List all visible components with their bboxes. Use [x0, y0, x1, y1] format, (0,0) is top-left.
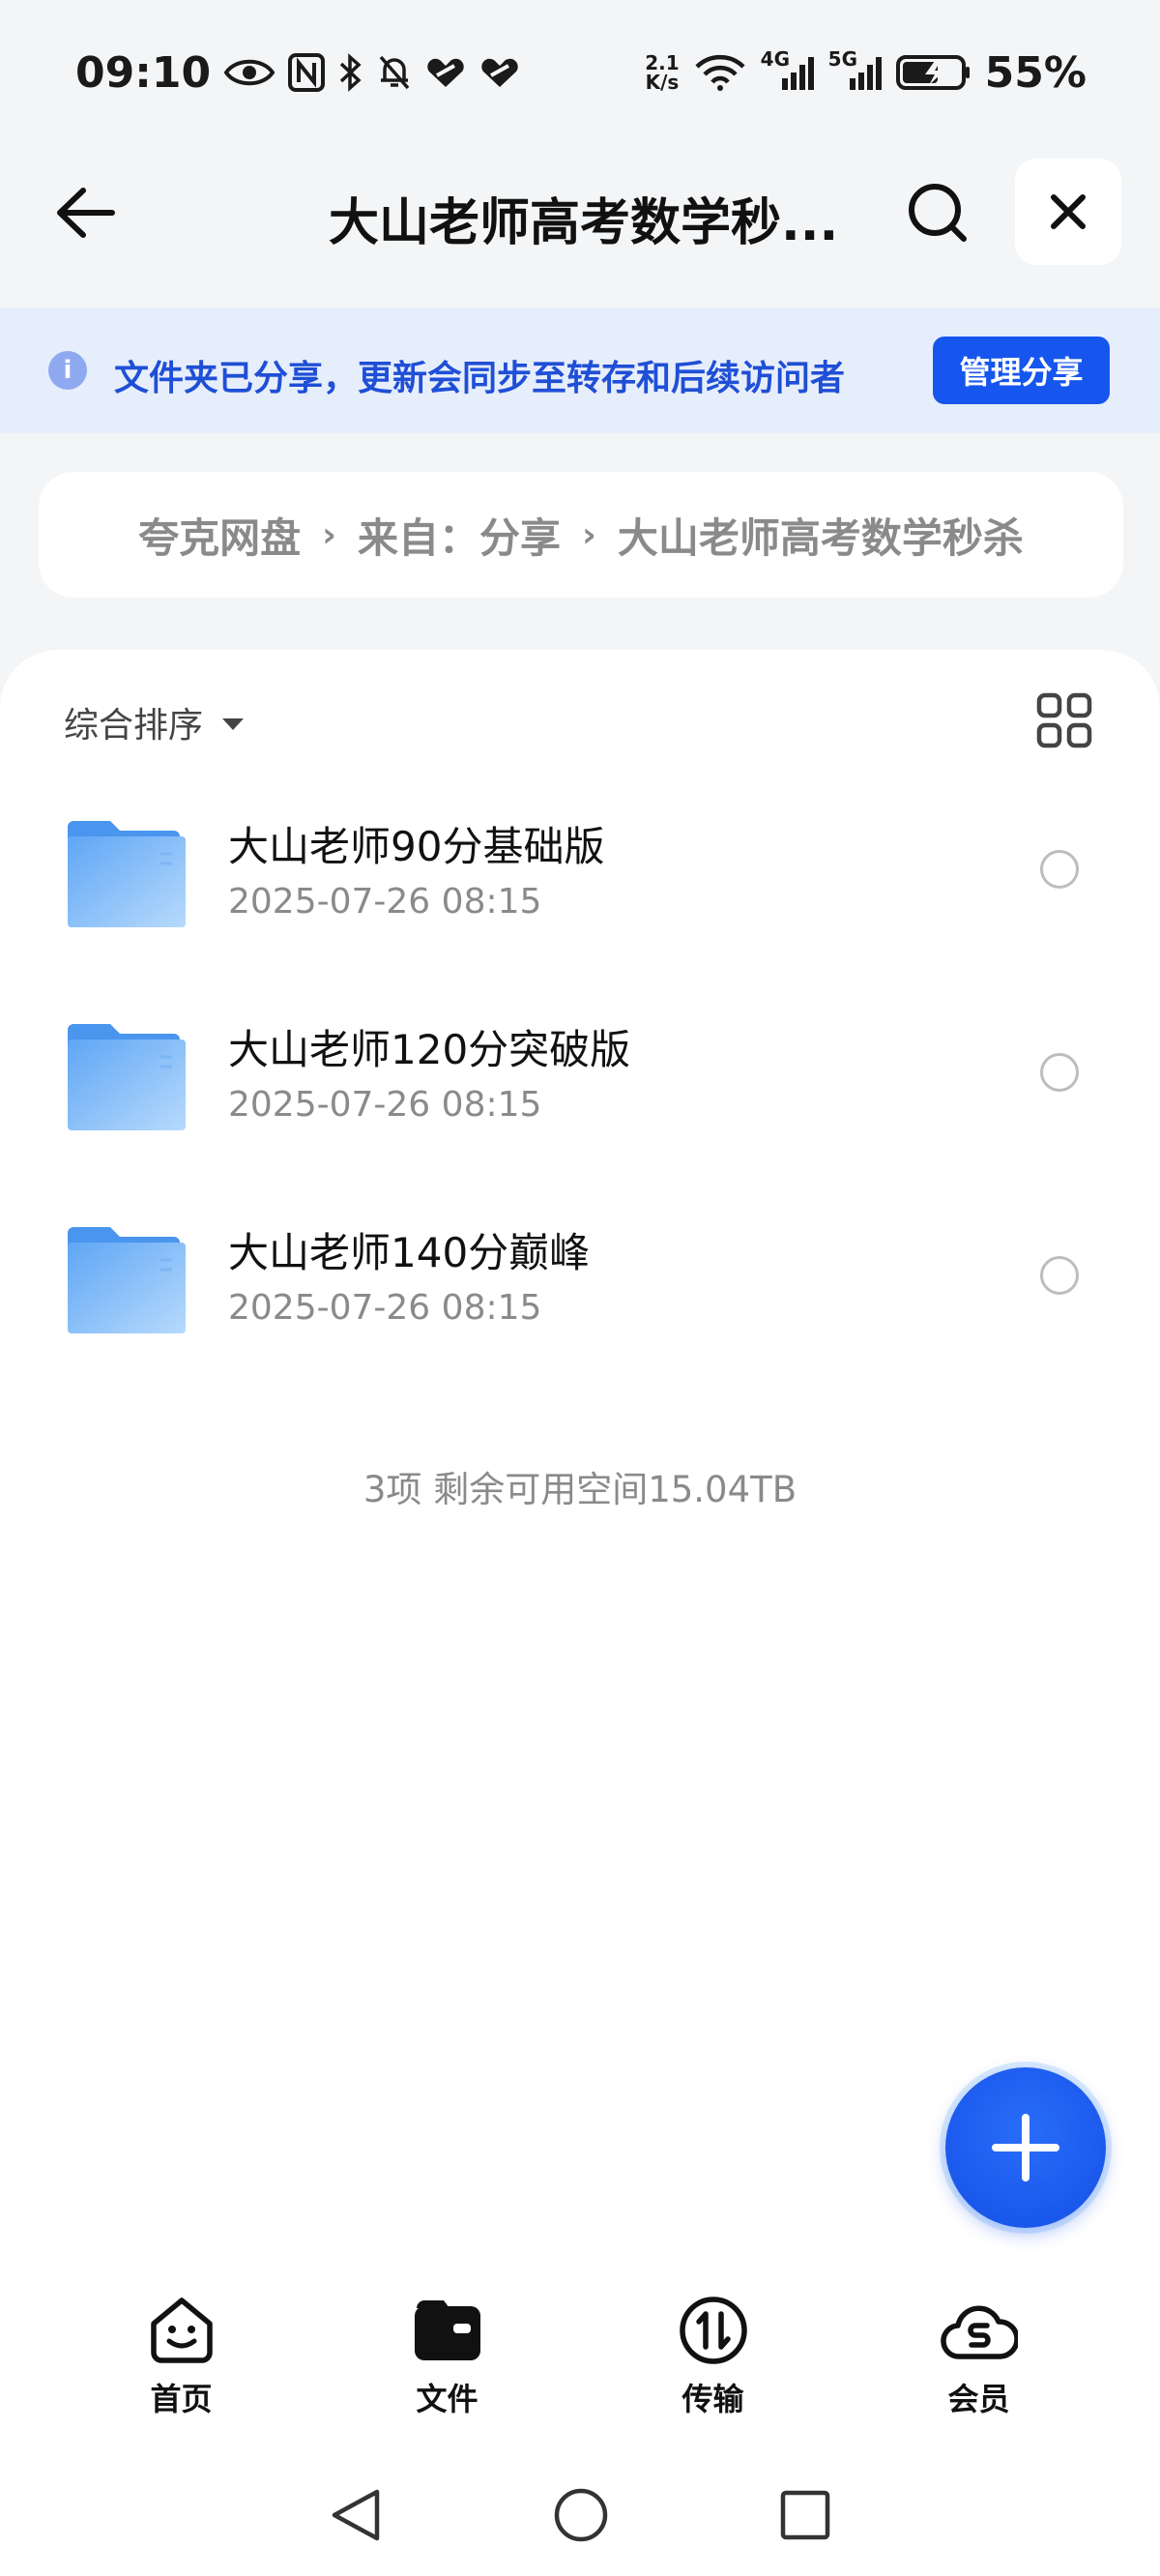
file-name: 大山老师120分突破版 [228, 1026, 631, 1073]
plus-icon [992, 2114, 1059, 2181]
grid-view-button[interactable] [1036, 692, 1092, 748]
files-wallet-icon [409, 2292, 486, 2369]
file-date: 2025-07-26 08:15 [228, 882, 542, 922]
folder-icon [68, 1227, 186, 1333]
breadcrumb-item-share[interactable]: 来自：分享 [358, 506, 561, 565]
breadcrumb-item-root[interactable]: 夸克网盘 [138, 506, 301, 565]
wifi-icon [693, 53, 747, 92]
app-heart-icon [425, 56, 466, 89]
file-row[interactable]: 大山老师140分巅峰 2025-07-26 08:15 [0, 1201, 1160, 1404]
app-heart-icon-2 [479, 56, 520, 89]
chevron-right-icon: › [322, 514, 336, 555]
square-recents-icon [780, 2490, 830, 2540]
network-speed: 2.1 K/s [645, 51, 680, 94]
back-button[interactable] [46, 174, 124, 251]
triangle-back-icon [332, 2489, 380, 2541]
home-smile-icon [143, 2292, 220, 2369]
add-button[interactable] [945, 2067, 1106, 2228]
system-recents-button[interactable] [779, 2489, 831, 2545]
nav-label: 文件 [416, 2381, 478, 2417]
nav-label: 会员 [947, 2381, 1010, 2417]
eye-icon [224, 56, 276, 89]
circle-home-icon [554, 2488, 608, 2542]
transfer-icon [675, 2292, 752, 2369]
bell-muted-icon [377, 53, 412, 92]
file-panel: 综合排序 大山老师90分基础版 2025-07-26 08:15 大山老师120… [0, 650, 1160, 2576]
nfc-icon [288, 53, 326, 92]
header: 大山老师高考数学秒... [0, 145, 1160, 280]
battery-percent: 55% [984, 47, 1087, 98]
file-date: 2025-07-26 08:15 [228, 1085, 542, 1125]
battery-charging-icon [895, 53, 972, 92]
file-row[interactable]: 大山老师90分基础版 2025-07-26 08:15 [0, 795, 1160, 998]
storage-summary: 3项 剩余可用空间15.04TB [362, 1469, 798, 1510]
breadcrumb: 夸克网盘 › 来自：分享 › 大山老师高考数学秒杀 [39, 472, 1123, 598]
system-nav-bar [0, 2464, 1160, 2570]
search-icon [909, 184, 967, 242]
system-home-button[interactable] [552, 2486, 610, 2548]
system-back-button[interactable] [329, 2486, 383, 2548]
info-icon: i [48, 351, 87, 390]
bluetooth-icon [338, 53, 363, 92]
search-button[interactable] [899, 174, 976, 251]
status-right: 2.1 K/s 4G 5G 55% [645, 48, 1087, 98]
select-radio[interactable] [1040, 850, 1079, 889]
share-banner: i 文件夹已分享，更新会同步至转存和后续访问者 管理分享 [0, 307, 1160, 433]
status-bar: 09:10 2.1 K/s 4G 5G 55% [0, 0, 1160, 145]
file-date: 2025-07-26 08:15 [228, 1288, 542, 1328]
status-time: 09:10 [75, 47, 212, 98]
nav-label: 传输 [682, 2381, 744, 2417]
file-name: 大山老师140分巅峰 [228, 1229, 591, 1276]
sort-dropdown[interactable]: 综合排序 [64, 698, 245, 746]
select-radio[interactable] [1040, 1256, 1079, 1295]
manage-share-button[interactable]: 管理分享 [933, 337, 1110, 404]
nav-item-home[interactable]: 首页 [85, 2292, 278, 2419]
sort-label: 综合排序 [64, 706, 204, 746]
breadcrumb-item-current: 大山老师高考数学秒杀 [617, 513, 1024, 562]
member-cloud-icon [940, 2292, 1018, 2369]
bottom-nav: 首页 文件 传输 会员 [0, 2292, 1160, 2437]
chevron-right-icon: › [582, 514, 596, 555]
share-banner-text: 文件夹已分享，更新会同步至转存和后续访问者 [114, 359, 846, 398]
signal-5g-icon: 5G [828, 49, 883, 92]
grid-view-icon [1036, 692, 1092, 748]
folder-icon [68, 1024, 186, 1130]
caret-down-icon [222, 718, 245, 730]
status-left: 09:10 [75, 48, 520, 98]
select-radio[interactable] [1040, 1053, 1079, 1092]
folder-icon [68, 821, 186, 927]
nav-item-files[interactable]: 文件 [351, 2292, 544, 2419]
page-title: 大山老师高考数学秒... [329, 194, 839, 252]
file-list: 大山老师90分基础版 2025-07-26 08:15 大山老师120分突破版 … [0, 795, 1160, 1404]
file-row[interactable]: 大山老师120分突破版 2025-07-26 08:15 [0, 998, 1160, 1201]
back-arrow-icon [57, 188, 115, 238]
close-button[interactable] [1015, 159, 1121, 265]
nav-label: 首页 [150, 2381, 213, 2417]
file-name: 大山老师90分基础版 [228, 823, 605, 870]
nav-item-member[interactable]: 会员 [883, 2292, 1076, 2419]
nav-item-transfer[interactable]: 传输 [617, 2292, 810, 2419]
close-icon [1051, 194, 1086, 229]
screen: 09:10 2.1 K/s 4G 5G 55% 大山老师高考数学秒... i 文… [0, 0, 1160, 2576]
signal-4g-icon: 4G [761, 49, 815, 92]
